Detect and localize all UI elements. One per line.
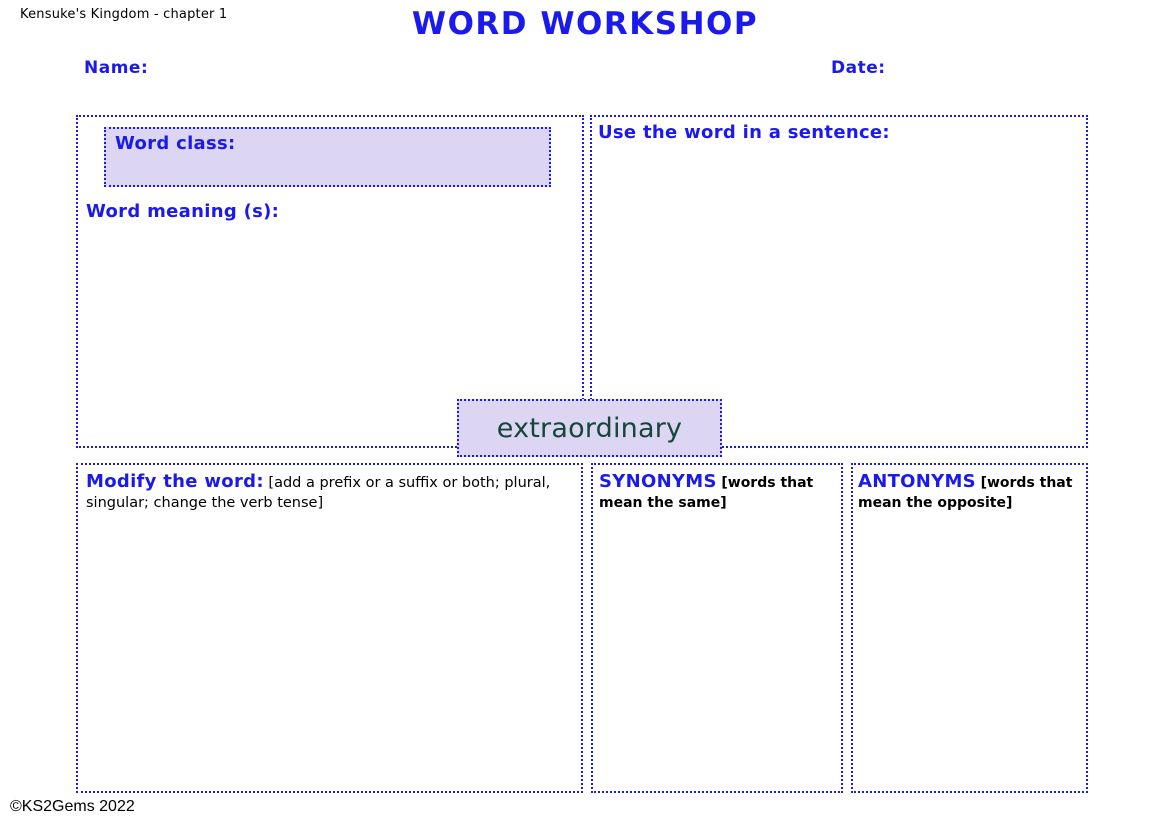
- word-meaning-label: Word meaning (s):: [86, 201, 279, 222]
- sentence-label: Use the word in a sentence:: [598, 122, 890, 143]
- page-title: WORD WORKSHOP: [0, 6, 1170, 42]
- modify-word-prompt: Modify the word: [add a prefix or a suff…: [86, 470, 566, 514]
- antonyms-lead: ANTONYMS: [858, 471, 976, 492]
- name-field-label: Name:: [84, 58, 148, 78]
- word-class-box[interactable]: Word class:: [104, 127, 551, 187]
- antonyms-prompt: ANTONYMS [words that mean the opposite]: [858, 470, 1080, 514]
- synonyms-prompt: SYNONYMS [words that mean the same]: [599, 470, 837, 514]
- modify-word-lead: Modify the word:: [86, 471, 264, 492]
- word-class-label: Word class:: [115, 133, 236, 154]
- synonyms-lead: SYNONYMS: [599, 471, 717, 492]
- copyright-notice: ©KS2Gems 2022: [10, 798, 135, 816]
- focus-word-chip[interactable]: extraordinary: [457, 399, 722, 457]
- focus-word-text: extraordinary: [497, 413, 682, 444]
- date-field-label: Date:: [831, 58, 886, 78]
